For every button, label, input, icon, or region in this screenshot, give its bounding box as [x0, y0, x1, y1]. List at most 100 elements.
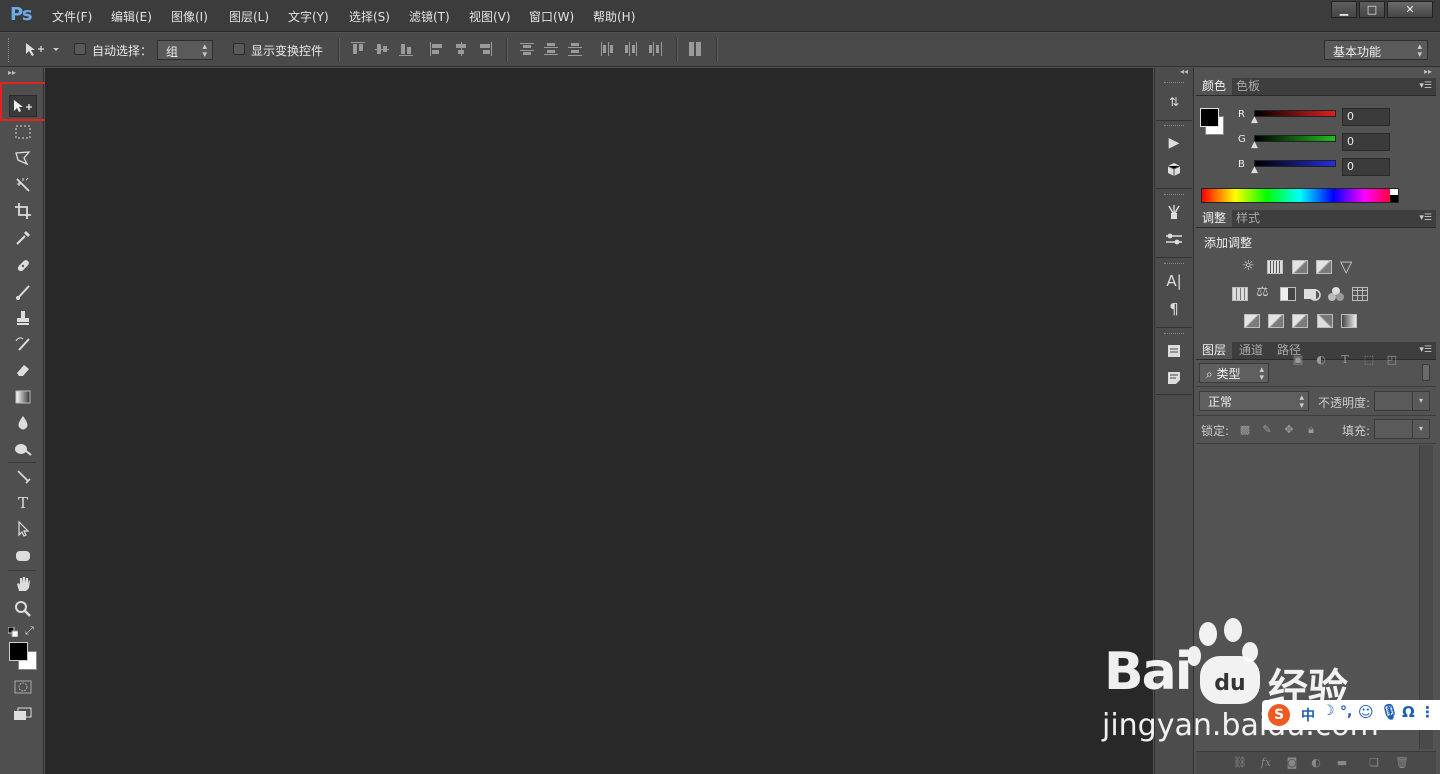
lock-transparent-icon[interactable]: ▩ — [1238, 423, 1252, 437]
options-grip[interactable] — [8, 38, 10, 62]
black-white-icon[interactable] — [1280, 287, 1296, 301]
vibrance-icon[interactable]: ▽ — [1340, 257, 1358, 276]
character-icon[interactable]: A| — [1164, 271, 1184, 291]
channel-r-slider[interactable] — [1254, 110, 1336, 117]
blend-mode-dropdown[interactable]: 正常 ▴ ▾ — [1199, 391, 1309, 411]
posterize-icon[interactable] — [1268, 314, 1284, 328]
clone-stamp-tool[interactable] — [9, 307, 37, 329]
auto-select-checkbox[interactable] — [74, 43, 86, 55]
ime-headset-icon[interactable]: Ω — [1402, 703, 1415, 721]
align-top-icon[interactable] — [351, 42, 365, 56]
expand-panels-icon[interactable]: ▸▸ — [1424, 67, 1432, 76]
path-selection-tool[interactable] — [9, 518, 37, 540]
tab-layers[interactable]: 图层 — [1196, 342, 1233, 359]
slider-thumb-icon[interactable]: ▲ — [1251, 140, 1258, 150]
menu-type[interactable]: 文字(Y) — [288, 8, 329, 25]
crop-tool[interactable] — [9, 200, 37, 222]
dodge-tool[interactable] — [9, 438, 37, 460]
selective-color-icon[interactable] — [1317, 314, 1333, 328]
hand-tool[interactable] — [9, 573, 37, 595]
close-button[interactable]: ✕ — [1387, 1, 1433, 18]
panel-menu-icon[interactable]: ▾☰ — [1419, 213, 1432, 223]
distribute-top-icon[interactable] — [520, 42, 534, 56]
brightness-contrast-icon[interactable]: ☼ — [1242, 258, 1260, 274]
shape-tool[interactable] — [9, 545, 37, 567]
gradient-tool[interactable] — [9, 386, 37, 408]
distribute-right-icon[interactable] — [648, 42, 662, 56]
filter-smart-object-icon[interactable]: ◰ — [1385, 353, 1399, 367]
history-icon[interactable]: ⇅ — [1164, 92, 1184, 112]
brush-settings-icon[interactable] — [1164, 229, 1184, 249]
channel-g-input[interactable]: 0 — [1342, 133, 1390, 151]
show-transform-checkbox[interactable] — [233, 43, 245, 55]
lock-all-icon[interactable]: 🔒︎ — [1304, 423, 1318, 437]
new-layer-icon[interactable]: ❏ — [1366, 756, 1382, 770]
brush-presets-icon[interactable] — [1164, 202, 1184, 222]
panel-menu-icon[interactable]: ▾☰ — [1419, 345, 1432, 355]
tab-adjustments[interactable]: 调整 — [1196, 210, 1233, 227]
distribute-vcenter-icon[interactable] — [544, 42, 558, 56]
filter-toggle-switch[interactable] — [1422, 364, 1430, 381]
slider-thumb-icon[interactable]: ▲ — [1251, 115, 1258, 125]
type-tool[interactable]: T — [9, 492, 37, 514]
color-foreground-swatch[interactable] — [1200, 108, 1219, 127]
dock-grip[interactable] — [1164, 194, 1184, 197]
menu-view[interactable]: 视图(V) — [469, 8, 511, 25]
hue-saturation-icon[interactable] — [1232, 287, 1248, 301]
notes-icon[interactable] — [1164, 368, 1184, 388]
filter-shape-icon[interactable]: ⬚ — [1362, 353, 1376, 367]
add-mask-icon[interactable]: ◙ — [1284, 756, 1300, 770]
history-brush-tool[interactable] — [9, 333, 37, 355]
dock-grip[interactable] — [1164, 263, 1184, 266]
default-colors-icon[interactable] — [7, 626, 19, 638]
distribute-hcenter-icon[interactable] — [624, 42, 638, 56]
levels-icon[interactable] — [1267, 260, 1283, 274]
dropdown-arrow-icon[interactable]: ▾ — [1412, 420, 1429, 438]
ime-emoji-icon[interactable]: ☺ — [1358, 703, 1374, 721]
document-canvas-area[interactable] — [45, 68, 1153, 774]
photo-filter-icon[interactable] — [1303, 286, 1321, 302]
tab-swatches[interactable]: 色板 — [1230, 78, 1266, 95]
eraser-tool[interactable] — [9, 359, 37, 381]
align-bottom-icon[interactable] — [399, 42, 413, 56]
paragraph-icon[interactable]: ¶ — [1164, 299, 1184, 319]
align-right-icon[interactable] — [478, 42, 492, 56]
menu-filter[interactable]: 滤镜(T) — [409, 8, 450, 25]
new-group-icon[interactable]: ▬ — [1334, 756, 1350, 770]
filter-adjustment-icon[interactable]: ◐ — [1314, 353, 1328, 367]
tab-styles[interactable]: 样式 — [1230, 210, 1266, 227]
slider-thumb-icon[interactable]: ▲ — [1251, 165, 1258, 175]
ime-menu-icon[interactable]: ⋮⋮ — [1420, 703, 1440, 721]
swap-colors-icon[interactable]: ⤢ — [25, 624, 37, 637]
menu-image[interactable]: 图像(I) — [171, 8, 208, 25]
menu-select[interactable]: 选择(S) — [349, 8, 390, 25]
invert-icon[interactable] — [1244, 314, 1260, 328]
color-spectrum-ramp[interactable] — [1201, 188, 1399, 203]
distribute-bottom-icon[interactable] — [568, 42, 582, 56]
color-balance-icon[interactable]: ⚖ — [1256, 284, 1274, 300]
ime-voice-icon[interactable]: 🎙︎ — [1380, 703, 1399, 721]
color-lookup-icon[interactable] — [1352, 287, 1368, 301]
ime-toolbar[interactable]: S 中 ☽ °, ☺ 🎙︎ Ω ⋮⋮ — [1262, 700, 1440, 730]
lock-pixels-icon[interactable]: ✎ — [1260, 423, 1274, 437]
curves-icon[interactable] — [1292, 260, 1308, 274]
filter-type-icon[interactable]: T — [1338, 353, 1352, 367]
menu-help[interactable]: 帮助(H) — [593, 8, 635, 25]
sogou-logo-icon[interactable]: S — [1268, 704, 1290, 726]
tool-preset-picker[interactable] — [24, 40, 60, 58]
lock-position-icon[interactable]: ✥ — [1282, 423, 1296, 437]
magic-wand-tool[interactable] — [9, 174, 37, 196]
blur-tool[interactable] — [9, 412, 37, 434]
ime-mode-chinese[interactable]: 中 — [1301, 705, 1315, 725]
properties-icon[interactable] — [1164, 341, 1184, 361]
ime-punctuation-icon[interactable]: °, — [1340, 704, 1352, 720]
quick-mask-button[interactable] — [9, 676, 37, 698]
align-left-icon[interactable] — [430, 42, 444, 56]
trash-icon[interactable]: 🗑︎ — [1394, 756, 1410, 770]
ime-moon-icon[interactable]: ☽ — [1322, 703, 1335, 719]
screen-mode-button[interactable] — [9, 703, 37, 725]
dock-grip[interactable] — [1164, 125, 1184, 128]
align-hcenter-icon[interactable] — [454, 42, 468, 56]
menu-layer[interactable]: 图层(L) — [229, 8, 269, 25]
menu-window[interactable]: 窗口(W) — [529, 8, 574, 25]
